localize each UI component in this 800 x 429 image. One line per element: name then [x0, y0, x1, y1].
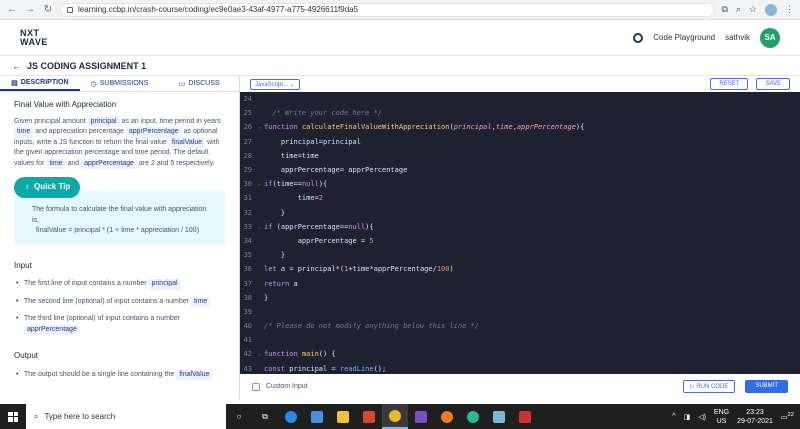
problem-heading: Final Value with Appreciation — [14, 100, 117, 109]
custom-input-label: Custom Input — [266, 383, 308, 390]
tab-discuss[interactable]: ▭ DISCUSS — [159, 76, 239, 91]
quick-tip-box: ♁ Quick Tip The formula to calculate the … — [14, 177, 225, 245]
save-button[interactable]: SAVE — [756, 78, 790, 90]
forward-icon[interactable]: → — [24, 4, 36, 15]
run-code-button[interactable]: ▷ RUN CODE — [683, 380, 736, 393]
url-text: learning.ccbp.in/crash-course/coding/ec9… — [78, 5, 359, 14]
output-list: The output should be a single line conta… — [14, 369, 225, 380]
tab-description[interactable]: ▤ DESCRIPTION — [0, 76, 80, 91]
problem-description: Final Value with Appreciation Given prin… — [0, 92, 239, 399]
submit-button[interactable]: SUBMIT — [745, 380, 788, 393]
list-item: The third line (optional) of input conta… — [14, 314, 225, 335]
language-select[interactable]: JavaScript... ⌄ — [250, 78, 300, 90]
quick-tip-badge: ♁ Quick Tip — [14, 177, 81, 198]
tray-up-icon[interactable]: ^ — [672, 413, 675, 420]
office-icon[interactable] — [356, 404, 382, 429]
store-icon[interactable] — [304, 404, 330, 429]
document-icon: ▤ — [11, 79, 18, 87]
page-title-bar: ← JS CODING ASSIGNMENT 1 — [0, 56, 800, 76]
task-view-icon[interactable]: ⧉ — [252, 404, 278, 429]
chevron-down-icon: ⌄ — [289, 81, 295, 88]
bulb-icon: ♁ — [24, 182, 30, 191]
input-heading: Input — [14, 260, 32, 270]
output-heading: Output — [14, 351, 39, 360]
code-editor[interactable]: 24 25 /* Write your code here */ 26 ⌄ func… — [240, 92, 800, 374]
clock[interactable]: 23:23 29-07-2021 — [737, 408, 773, 426]
notification-icon[interactable]: ▭22 — [781, 412, 794, 421]
list-item: The output should be a single line conta… — [14, 369, 225, 380]
theme-toggle-icon[interactable] — [633, 32, 644, 43]
app-icon[interactable] — [512, 404, 538, 429]
problem-text: Given principal amount principal as an i… — [14, 116, 225, 169]
menu-icon[interactable]: ⋮ — [785, 4, 794, 15]
browser-bar: ← → ↻ learning.ccbp.in/crash-course/codi… — [0, 0, 800, 20]
input-list: The first line of input contains a numbe… — [14, 279, 225, 335]
username: sathvik — [725, 33, 750, 42]
address-bar[interactable]: learning.ccbp.in/crash-course/coding/ec9… — [60, 2, 716, 17]
network-icon[interactable]: ◨ — [684, 413, 691, 421]
list-item: The second line (optional) of input cont… — [14, 296, 225, 307]
list-item: The first line of input contains a numbe… — [14, 279, 225, 290]
editor-panel: JavaScript... ⌄ RESET SAVE 24 25 /* Writ… — [240, 76, 800, 399]
taskbar-search[interactable]: ⌕ Type here to search — [26, 404, 226, 429]
reset-button[interactable]: RESET — [710, 78, 749, 90]
start-button[interactable] — [0, 411, 26, 422]
zoom-icon[interactable]: ⌕ — [736, 4, 741, 15]
language-indicator[interactable]: ENG US — [714, 408, 729, 426]
custom-input-checkbox[interactable] — [252, 382, 260, 391]
play-icon: ▷ — [690, 384, 695, 390]
lock-icon — [67, 6, 73, 13]
description-panel: ▤ DESCRIPTION ◷ SUBMISSIONS ▭ DISCUSS Final… — [0, 76, 240, 399]
share-icon[interactable]: ⧉ — [721, 4, 727, 15]
firefox-icon[interactable] — [434, 404, 460, 429]
page-title: JS CODING ASSIGNMENT 1 — [27, 60, 147, 71]
chrome-icon[interactable] — [382, 404, 408, 429]
avatar[interactable]: SA — [760, 27, 780, 48]
app-header: NXT WAVE Code Playground sathvik SA — [0, 20, 800, 56]
logo[interactable]: NXT WAVE — [20, 28, 48, 47]
windows-icon — [8, 411, 18, 422]
profile-icon[interactable] — [765, 3, 777, 16]
back-icon[interactable]: ← — [6, 4, 18, 15]
edge-chromium-icon[interactable] — [460, 404, 486, 429]
file-explorer-icon[interactable] — [330, 404, 356, 429]
taskbar: ⌕ Type here to search ○ ⧉ ^ ◨ ◁) ENG US 23… — [0, 404, 800, 429]
reload-icon[interactable]: ↻ — [42, 4, 54, 15]
notes-icon[interactable] — [486, 404, 512, 429]
visual-studio-icon[interactable] — [408, 404, 434, 429]
clock-icon: ◷ — [90, 80, 97, 88]
back-arrow-icon[interactable]: ← — [12, 61, 21, 71]
cortana-icon[interactable]: ○ — [226, 404, 252, 429]
star-icon[interactable]: ☆ — [749, 4, 757, 15]
code-playground-link[interactable]: Code Playground — [653, 33, 715, 42]
edge-icon[interactable] — [278, 404, 304, 429]
volume-icon[interactable]: ◁) — [698, 413, 706, 421]
search-icon: ⌕ — [34, 411, 39, 421]
tab-submissions[interactable]: ◷ SUBMISSIONS — [80, 76, 160, 91]
chat-icon: ▭ — [178, 80, 186, 88]
